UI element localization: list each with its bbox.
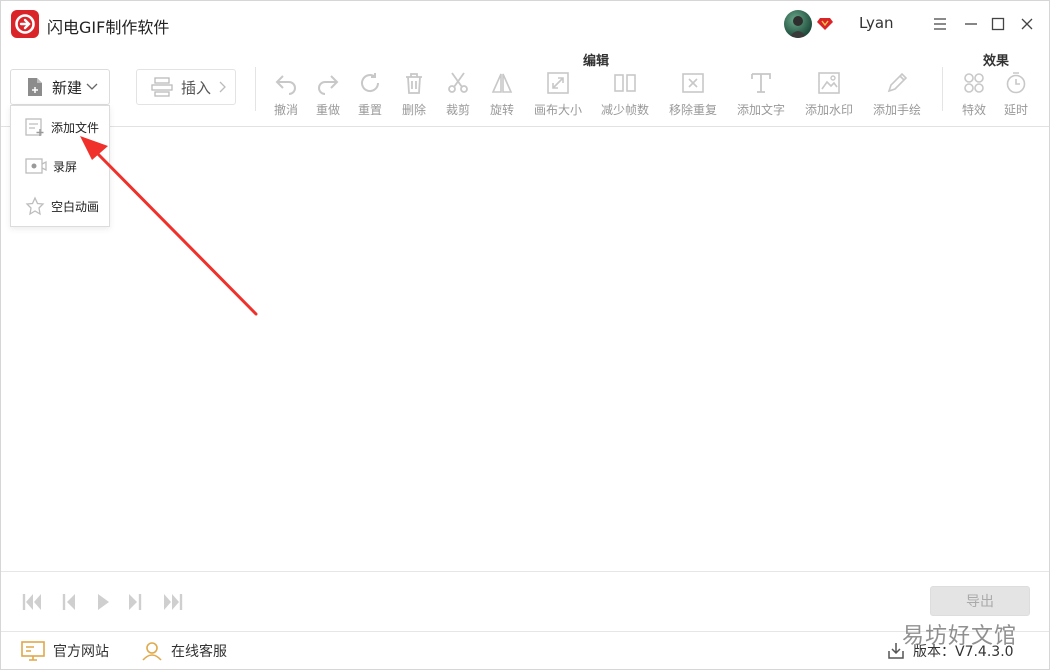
undo-button[interactable]: 撤消 [274, 71, 298, 118]
menu-item-add-file[interactable]: 添加文件 [11, 108, 109, 146]
playback-bar: 导出 [1, 571, 1049, 631]
delete-icon [406, 73, 422, 94]
chevron-down-icon [86, 83, 98, 90]
app-title: 闪电GIF制作软件 [47, 18, 170, 37]
play-icon [98, 594, 109, 610]
screen-record-icon [25, 158, 47, 174]
insert-button-label: 插入 [181, 78, 212, 97]
add-watermark-icon [818, 72, 840, 94]
monitor-icon [21, 641, 45, 661]
reset-label: 重置 [358, 103, 383, 117]
reduce-frames-label: 减少帧数 [601, 103, 650, 117]
menu-item-screen-record[interactable]: 录屏 [11, 147, 109, 185]
add-drawing-label: 添加手绘 [873, 103, 922, 117]
add-text-button[interactable]: 添加文字 [737, 71, 785, 118]
user-avatar[interactable] [784, 10, 812, 38]
canvas-size-icon [547, 72, 569, 94]
maximize-icon[interactable] [988, 14, 1008, 34]
new-button-label: 新建 [52, 78, 83, 97]
toolbar: 编辑 效果 新建 插入 撤消 重做 重置 删除 裁剪 旋转 画布大小 减少帧数 … [1, 47, 1049, 127]
official-website-link[interactable]: 官方网站 [21, 641, 109, 661]
add-watermark-label: 添加水印 [805, 103, 854, 117]
reduce-frames-icon [614, 74, 636, 92]
redo-icon [318, 75, 339, 95]
app-logo-icon [11, 10, 39, 38]
menu-item-add-file-label: 添加文件 [51, 120, 100, 135]
rotate-button[interactable]: 旋转 [490, 71, 514, 118]
delete-label: 删除 [402, 103, 427, 117]
official-website-label: 官方网站 [53, 644, 109, 660]
reset-icon [361, 73, 380, 92]
customer-service-icon [142, 642, 162, 661]
toolbar-divider [942, 67, 943, 111]
edit-group-label: 编辑 [583, 54, 610, 69]
effects-button[interactable]: 特效 [962, 71, 986, 118]
insert-button[interactable]: 插入 [136, 69, 236, 105]
insert-icon [151, 77, 173, 97]
effect-group-label: 效果 [983, 54, 1010, 69]
add-file-icon [25, 118, 44, 136]
crop-label: 裁剪 [446, 103, 471, 117]
step-back-icon [62, 594, 75, 610]
skip-last-icon [164, 594, 183, 610]
undo-icon [275, 75, 296, 95]
minimize-icon[interactable] [961, 14, 981, 34]
delay-label: 延时 [1004, 103, 1029, 117]
first-frame-button[interactable] [21, 591, 45, 613]
rotate-label: 旋转 [490, 103, 515, 117]
canvas-size-button[interactable]: 画布大小 [534, 71, 582, 118]
effects-label: 特效 [962, 103, 987, 117]
reduce-frames-button[interactable]: 减少帧数 [601, 71, 649, 118]
frame-canvas-area[interactable] [1, 127, 1049, 571]
online-support-link[interactable]: 在线客服 [141, 641, 227, 661]
add-watermark-button[interactable]: 添加水印 [805, 71, 853, 118]
add-drawing-icon [887, 72, 908, 93]
canvas-size-label: 画布大小 [534, 103, 583, 117]
reset-button[interactable]: 重置 [358, 71, 382, 118]
online-support-label: 在线客服 [171, 644, 227, 660]
next-frame-button[interactable] [123, 591, 147, 613]
app-window: 闪电GIF制作软件 Lyan 编辑 效果 新建 插入 撤消 重做 重置 删除 裁… [0, 0, 1050, 670]
rotate-icon [491, 73, 513, 93]
close-icon[interactable] [1017, 14, 1037, 34]
menu-item-blank-animation[interactable]: 空白动画 [11, 187, 109, 225]
undo-label: 撤消 [274, 103, 299, 117]
last-frame-button[interactable] [160, 591, 184, 613]
previous-frame-button[interactable] [57, 591, 81, 613]
export-button[interactable]: 导出 [930, 586, 1030, 616]
menu-icon[interactable] [930, 14, 950, 34]
redo-button[interactable]: 重做 [316, 71, 340, 118]
effects-icon [964, 73, 984, 93]
vip-diamond-icon[interactable] [817, 15, 833, 31]
new-button[interactable]: 新建 [10, 69, 110, 105]
delete-button[interactable]: 删除 [402, 71, 426, 118]
blank-animation-icon [25, 196, 45, 216]
add-text-label: 添加文字 [737, 103, 786, 117]
new-file-icon [28, 78, 42, 96]
play-button[interactable] [91, 591, 115, 613]
chevron-right-icon [219, 81, 226, 93]
username[interactable]: Lyan [859, 14, 894, 32]
menu-item-screen-record-label: 录屏 [53, 159, 78, 174]
add-drawing-button[interactable]: 添加手绘 [873, 71, 921, 118]
remove-duplicate-icon [682, 73, 704, 93]
redo-label: 重做 [316, 103, 341, 117]
remove-duplicate-button[interactable]: 移除重复 [669, 71, 717, 118]
toolbar-divider [255, 67, 256, 111]
delay-button[interactable]: 延时 [1004, 71, 1028, 118]
add-text-icon [751, 73, 771, 93]
title-bar: 闪电GIF制作软件 Lyan [1, 1, 1049, 47]
skip-first-icon [22, 594, 41, 610]
scissors-icon [448, 72, 468, 93]
step-forward-icon [129, 594, 142, 610]
footer-bar: 官方网站 在线客服 版本：V7.4.3.0 [1, 631, 1049, 670]
menu-item-blank-animation-label: 空白动画 [51, 199, 100, 214]
remove-duplicate-label: 移除重复 [669, 103, 718, 117]
new-dropdown-menu: 添加文件 录屏 空白动画 [10, 105, 110, 227]
crop-button[interactable]: 裁剪 [446, 71, 470, 118]
delay-icon [1006, 72, 1026, 94]
watermark-text: 易坊好文馆 [902, 624, 1018, 649]
